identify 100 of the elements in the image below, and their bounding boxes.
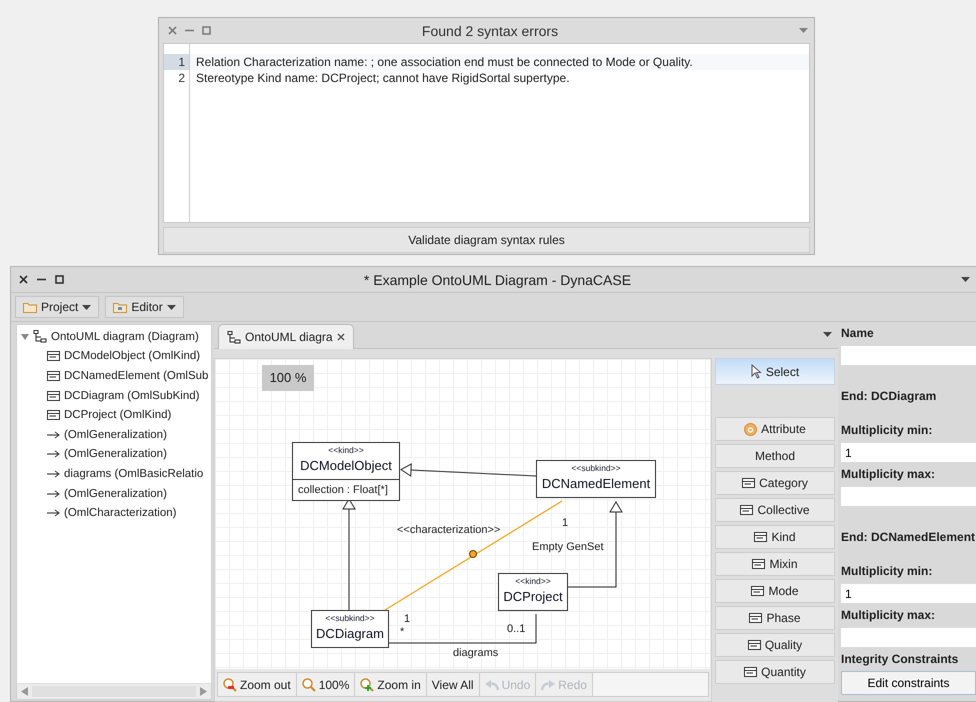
dropdown-arrow-icon[interactable]: [961, 277, 970, 282]
validate-button[interactable]: Validate diagram syntax rules: [163, 227, 810, 253]
class-icon: [754, 532, 768, 542]
palette-button[interactable]: Kind: [715, 525, 835, 549]
zoom-level-label: 100 %: [262, 365, 314, 391]
class-name: DCDiagram: [315, 625, 385, 643]
maximize-icon[interactable]: [55, 275, 64, 284]
caret-icon[interactable]: [82, 304, 92, 310]
redo-arrow-icon: [541, 678, 556, 690]
association-line[interactable]: [388, 614, 536, 644]
line-number: 2: [177, 70, 186, 86]
tree-item[interactable]: (OmlGeneralization): [64, 428, 167, 441]
folder-icon: [23, 302, 37, 312]
expand-arrow-icon[interactable]: [21, 332, 29, 341]
field-label: Multiplicity min:: [841, 422, 934, 439]
class-box[interactable]: <<kind>> DCProject: [498, 573, 568, 611]
section-heading: End: DCDiagram: [841, 389, 938, 403]
input-field[interactable]: [841, 628, 976, 647]
tree-item[interactable]: (OmlGeneralization): [64, 488, 167, 500]
palette-button[interactable]: Category: [715, 471, 835, 495]
arrow-icon: [47, 470, 60, 478]
tree-item[interactable]: diagrams (OmlBasicRelatio: [64, 468, 204, 480]
tree-item[interactable]: DCProject (OmlKind): [64, 409, 172, 422]
edit-constraints-button[interactable]: Edit constraints: [841, 671, 976, 695]
generalization-arrow[interactable]: [568, 501, 623, 588]
palette-button[interactable]: Quality: [715, 633, 835, 657]
dialog-title: Found 2 syntax errors: [420, 22, 560, 38]
generalization-arrow[interactable]: [342, 498, 356, 610]
generalization-set-label: Empty GenSet: [532, 541, 604, 554]
palette-button[interactable]: Method: [715, 444, 835, 468]
window-title: * Example OntoUML Diagram - DynaCASE: [362, 272, 632, 288]
input-field[interactable]: [841, 346, 976, 365]
palette-button[interactable]: Mixin: [715, 552, 835, 576]
stereotype-label: <<characterization>>: [397, 524, 500, 537]
field-label: Name: [841, 325, 875, 342]
diagram-tab[interactable]: OntoUML diagra: [218, 324, 354, 349]
class-icon: [740, 505, 754, 515]
arrow-icon: [47, 450, 60, 458]
tree-item[interactable]: DCNamedElement (OmlSub: [64, 370, 208, 382]
line-number: 1: [164, 54, 189, 70]
tree-item[interactable]: (OmlCharacterization): [64, 507, 176, 520]
class-box[interactable]: <<subkind>> DCNamedElement: [536, 460, 656, 498]
class-icon: [742, 478, 756, 488]
input-field[interactable]: 1: [841, 584, 976, 603]
close-icon[interactable]: [19, 275, 28, 284]
palette-button[interactable]: Phase: [715, 606, 835, 630]
menu-button[interactable]: Editor: [105, 296, 184, 318]
input-field[interactable]: 1: [841, 443, 976, 462]
toolbar-button[interactable]: 100%: [296, 673, 356, 696]
class-icon: [47, 410, 60, 420]
tree-item[interactable]: DCModelObject (OmlKind): [64, 350, 200, 362]
arrow-icon: [47, 490, 60, 498]
class-icon: [748, 640, 761, 650]
arrow-icon: [47, 430, 60, 439]
class-name: DCNamedElement: [540, 475, 652, 493]
zoom-icon: [302, 678, 316, 692]
class-box[interactable]: <<subkind>> DCDiagram: [311, 610, 389, 648]
multiplicity-label: *: [400, 626, 404, 639]
error-message[interactable]: Relation Characterization name: ; one association end must be connected to Mode or Quality.: [190, 54, 809, 70]
class-icon: [47, 351, 60, 362]
attribute-text: collection : Float[*]: [293, 479, 399, 500]
caret-icon[interactable]: [166, 304, 176, 310]
undo-arrow-icon: [484, 678, 499, 690]
tree-item[interactable]: DCDiagram (OmlSubKind): [64, 390, 200, 402]
class-icon: [752, 559, 766, 569]
editor-icon: [113, 302, 128, 312]
stereotype-label: <<subkind>>: [324, 612, 376, 624]
palette-button[interactable]: Quantity: [715, 660, 835, 684]
error-message[interactable]: Stereotype Kind name: DCProject; cannot have RigidSortal supertype.: [190, 70, 809, 86]
stereotype-label: <<kind>>: [514, 575, 552, 587]
input-field[interactable]: [841, 487, 976, 506]
tree-item[interactable]: (OmlGeneralization): [64, 448, 167, 460]
diagram-icon: [33, 330, 47, 344]
characterization-line[interactable]: [384, 500, 562, 611]
diagram-icon: [227, 330, 241, 344]
class-box[interactable]: <<kind>> DCModelObject collection : Float[*]: [292, 442, 400, 501]
palette-button[interactable]: Mode: [715, 579, 835, 603]
section-heading: End: DCNamedElement: [841, 530, 976, 544]
tree-item[interactable]: OntoUML diagram (Diagram): [51, 330, 199, 343]
dropdown-arrow-icon[interactable]: [823, 332, 832, 337]
multiplicity-label: 0..1: [507, 623, 526, 636]
generalization-arrow[interactable]: [400, 463, 536, 477]
palette-button[interactable]: Collective: [715, 498, 835, 522]
stereotype-label: <<subkind>>: [570, 462, 622, 474]
toolbar-button[interactable]: Zoom out: [218, 673, 297, 696]
class-name: DCModelObject: [299, 457, 393, 475]
class-icon: [751, 586, 764, 596]
toolbar-button[interactable]: View All: [426, 673, 480, 696]
pointer-icon: [750, 364, 762, 379]
close-icon[interactable]: [336, 333, 345, 341]
zoom-out-icon: [223, 678, 237, 692]
multiplicity-label: 1: [404, 613, 410, 626]
palette-button[interactable]: Select: [715, 358, 835, 385]
palette-button[interactable]: Attribute: [715, 417, 835, 441]
stereotype-label: <<kind>>: [327, 444, 365, 456]
menu-button[interactable]: Project: [15, 296, 100, 318]
class-icon: [47, 370, 60, 381]
toolbar-button[interactable]: Zoom in: [355, 673, 427, 696]
association-label: diagrams: [453, 647, 498, 660]
class-name: DCProject: [502, 588, 564, 606]
